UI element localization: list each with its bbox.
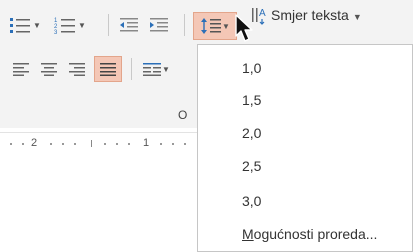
- ruler-label: 2: [31, 137, 38, 149]
- separator: [184, 14, 185, 36]
- justify-button[interactable]: [94, 56, 122, 82]
- decrease-indent-button[interactable]: [116, 14, 142, 36]
- menu-item-label: 2,0: [242, 125, 262, 141]
- line-spacing-more-options[interactable]: Mogućnosti proreda...: [198, 218, 412, 250]
- ruler-dot: [74, 143, 76, 145]
- ruler-dot: [50, 143, 52, 145]
- horizontal-ruler[interactable]: 2 1: [0, 132, 200, 153]
- text-direction-label[interactable]: Smjer teksta ▼: [271, 7, 362, 23]
- group-label: O: [178, 108, 188, 122]
- menu-item-label: 2,5: [242, 158, 262, 174]
- text-direction-text: Smjer teksta: [271, 7, 349, 23]
- ruler-dot: [62, 143, 64, 145]
- align-right-icon: [69, 63, 85, 76]
- ruler-dot: [104, 143, 106, 145]
- mouse-cursor-icon: [235, 14, 253, 42]
- line-spacing-button[interactable]: ▼: [193, 12, 237, 40]
- chevron-down-icon: ▼: [352, 12, 362, 22]
- ruler-dot: [22, 143, 24, 145]
- separator: [131, 58, 132, 80]
- svg-text:A: A: [259, 8, 266, 19]
- ruler-dot: [128, 143, 130, 145]
- increase-indent-button[interactable]: [146, 14, 172, 36]
- numbering-icon: 1 2 3: [54, 18, 76, 34]
- chevron-down-icon: ▼: [78, 20, 86, 30]
- increase-indent-icon: [150, 18, 168, 32]
- ruler-tick: [91, 140, 92, 147]
- separator: [108, 14, 109, 36]
- align-left-button[interactable]: [10, 58, 32, 80]
- ruler-dot: [172, 143, 174, 145]
- align-right-button[interactable]: [66, 58, 88, 80]
- ruler-label: 1: [143, 137, 150, 149]
- menu-item-accelerator: M: [242, 226, 254, 242]
- line-spacing-option-2-0[interactable]: 2,0: [198, 117, 412, 149]
- menu-item-label: 1,5: [242, 92, 262, 108]
- justify-icon: [100, 63, 116, 76]
- line-spacing-icon: [201, 18, 222, 34]
- bullets-icon: [10, 18, 31, 33]
- ruler-dot: [184, 143, 186, 145]
- chevron-down-icon: ▼: [162, 64, 170, 74]
- chevron-down-icon: ▼: [222, 21, 230, 31]
- menu-item-label: ogućnosti proreda...: [253, 226, 378, 242]
- line-spacing-option-1-5[interactable]: 1,5: [198, 84, 412, 116]
- line-spacing-menu: 1,0 1,5 2,0 2,5 3,0 Mogućnosti proreda..…: [197, 44, 413, 252]
- columns-button[interactable]: ▼: [136, 58, 176, 80]
- word-window: ▼ 1 2 3 ▼ ▼ A Smjer teksta ▼ ▼ O 2 1 1,0…: [0, 0, 413, 252]
- align-center-icon: [41, 63, 57, 76]
- columns-icon: [143, 63, 162, 76]
- bullets-button[interactable]: ▼: [6, 14, 44, 36]
- line-spacing-option-2-5[interactable]: 2,5: [198, 150, 412, 182]
- menu-item-label: 3,0: [242, 193, 262, 209]
- decrease-indent-icon: [120, 18, 138, 32]
- ruler-dot: [160, 143, 162, 145]
- svg-text:3: 3: [54, 30, 58, 34]
- line-spacing-option-3-0[interactable]: 3,0: [198, 185, 412, 217]
- menu-item-label: 1,0: [242, 60, 262, 76]
- align-left-icon: [13, 63, 29, 76]
- line-spacing-option-1-0[interactable]: 1,0: [198, 52, 412, 84]
- ruler-dot: [10, 143, 12, 145]
- chevron-down-icon: ▼: [33, 20, 41, 30]
- ruler-dot: [116, 143, 118, 145]
- align-center-button[interactable]: [38, 58, 60, 80]
- numbering-button[interactable]: 1 2 3 ▼: [50, 14, 90, 36]
